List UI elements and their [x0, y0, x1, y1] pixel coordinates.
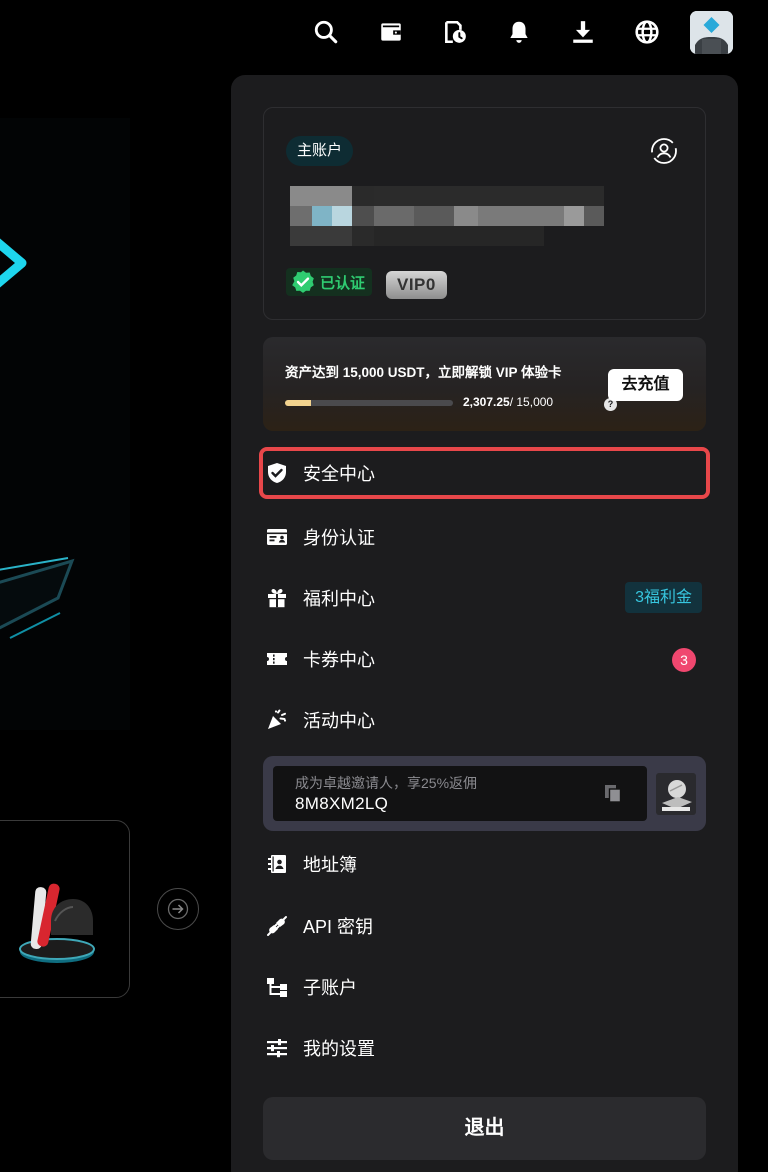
menu-label-settings: 我的设置	[303, 1039, 375, 1059]
invite-code-field[interactable]: 成为卓越邀请人，享25%返佣 8M8XM2LQ	[273, 766, 647, 821]
menu-label-security: 安全中心	[303, 464, 375, 484]
search-icon[interactable]	[308, 14, 344, 50]
account-dropdown-panel: 主账户 已认证 VIP0 资产达到 15,000 USDT，立即解锁 VIP 体…	[231, 75, 738, 1172]
sliders-icon	[263, 1034, 291, 1062]
verified-check-icon	[292, 270, 314, 293]
recharge-button[interactable]: 去充值	[608, 369, 683, 401]
top-navigation-bar	[0, 0, 768, 66]
id-card-icon	[263, 523, 291, 551]
plug-icon	[263, 912, 291, 940]
logout-button[interactable]: 退出	[263, 1097, 706, 1160]
history-icon[interactable]	[437, 14, 473, 50]
menu-label-identity: 身份认证	[303, 528, 375, 548]
menu-item-identity-verification[interactable]: 身份认证	[259, 511, 710, 563]
menu-item-api-keys[interactable]: API 密钥	[259, 900, 710, 952]
menu-item-benefits-center[interactable]: 福利中心 3福利金	[259, 572, 710, 624]
menu-label-api-keys: API 密钥	[303, 917, 374, 937]
account-info-card: 主账户 已认证 VIP0	[263, 107, 706, 320]
verified-badge: 已认证	[286, 268, 373, 296]
progress-readout: 2,307.25/ 15,000	[463, 395, 553, 409]
menu-item-security-center[interactable]: 安全中心	[259, 447, 710, 499]
party-popper-icon	[263, 706, 291, 734]
menu-label-activities: 活动中心	[303, 711, 375, 731]
masked-account-info	[290, 186, 604, 248]
menu-label-benefits: 福利中心	[303, 589, 375, 609]
progress-current: 2,307.25	[463, 395, 510, 409]
promo-text: 资产达到 15,000 USDT，立即解锁 VIP 体验卡	[285, 365, 562, 380]
invite-hint-text: 成为卓越邀请人，享25%返佣	[295, 775, 478, 791]
next-arrow-button[interactable]	[157, 888, 199, 930]
menu-label-address-book: 地址簿	[303, 855, 357, 875]
contact-book-icon	[263, 850, 291, 878]
invite-poster-thumbnail[interactable]	[656, 773, 696, 815]
copy-icon[interactable]	[601, 781, 625, 805]
invite-referral-box: 成为卓越邀请人，享25%返佣 8M8XM2LQ	[263, 756, 706, 831]
gift-icon	[263, 584, 291, 612]
switch-account-icon[interactable]	[649, 136, 679, 166]
bell-icon[interactable]	[501, 14, 537, 50]
wallet-icon[interactable]	[373, 14, 409, 50]
background-product-card[interactable]	[0, 820, 130, 998]
hierarchy-icon	[263, 973, 291, 1001]
arrow-right-icon	[167, 898, 189, 920]
avatar[interactable]	[690, 11, 733, 54]
benefits-bonus-tag: 3福利金	[625, 582, 702, 613]
menu-label-sub-accounts: 子账户	[303, 978, 357, 998]
coupon-count-badge: 3	[672, 648, 696, 672]
shield-check-icon	[263, 459, 291, 487]
menu-item-activity-center[interactable]: 活动中心	[259, 694, 710, 746]
vip-level-badge: VIP0	[386, 271, 447, 299]
menu-label-coupons: 卡券中心	[303, 650, 375, 670]
globe-icon[interactable]	[629, 14, 665, 50]
verified-label: 已认证	[320, 274, 366, 292]
vip-promo-card: 资产达到 15,000 USDT，立即解锁 VIP 体验卡 2,307.25/ …	[263, 337, 706, 431]
main-account-badge: 主账户	[286, 136, 354, 166]
menu-item-address-book[interactable]: 地址簿	[259, 838, 710, 890]
background-banner-image	[0, 118, 130, 730]
asset-progress-bar	[285, 400, 453, 406]
menu-item-my-settings[interactable]: 我的设置	[259, 1022, 710, 1074]
ticket-icon	[263, 645, 291, 673]
menu-item-sub-accounts[interactable]: 子账户	[259, 961, 710, 1013]
download-icon[interactable]	[565, 14, 601, 50]
progress-target: / 15,000	[509, 395, 554, 409]
menu-item-coupon-center[interactable]: 卡券中心 3	[259, 633, 710, 685]
asset-progress-fill	[285, 400, 311, 406]
invite-code: 8M8XM2LQ	[295, 794, 389, 813]
